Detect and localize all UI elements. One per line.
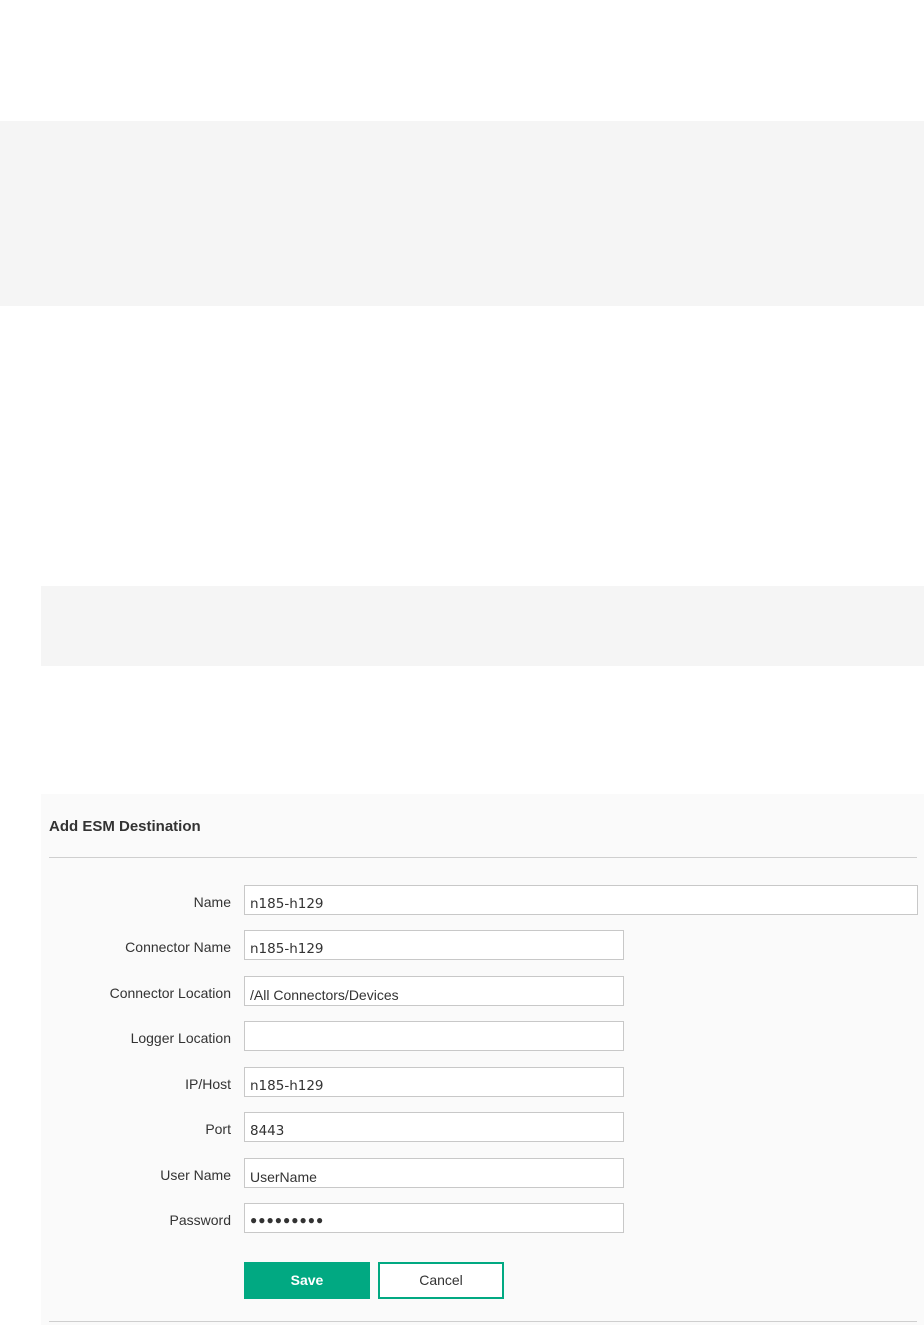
port-row: Port 8443 (41, 1112, 924, 1144)
logger-location-label: Logger Location (130, 1030, 231, 1046)
ip-host-row: IP/Host n185-h129 (41, 1067, 924, 1099)
section-banner (41, 586, 924, 666)
top-banner (0, 121, 924, 306)
logger-location-row: Logger Location (41, 1021, 924, 1053)
divider (49, 857, 917, 858)
connector-location-input[interactable]: /All Connectors/Devices (244, 976, 624, 1006)
connector-name-label: Connector Name (125, 939, 231, 955)
password-row: Password ●●●●●●●●● (41, 1203, 924, 1235)
divider (49, 1321, 917, 1322)
connector-name-row: Connector Name n185-h129 (41, 930, 924, 962)
add-esm-destination-panel: Add ESM Destination Name n185-h129 Conne… (41, 794, 924, 1325)
name-input[interactable]: n185-h129 (244, 885, 918, 915)
user-name-input[interactable]: UserName (244, 1158, 624, 1188)
password-input[interactable]: ●●●●●●●●● (244, 1203, 624, 1233)
password-label: Password (169, 1212, 231, 1228)
user-name-row: User Name UserName (41, 1158, 924, 1190)
save-button[interactable]: Save (244, 1262, 370, 1299)
connector-name-input[interactable]: n185-h129 (244, 930, 624, 960)
name-row: Name n185-h129 (41, 885, 924, 917)
ip-host-input[interactable]: n185-h129 (244, 1067, 624, 1097)
panel-title: Add ESM Destination (49, 818, 201, 835)
ip-host-label: IP/Host (185, 1076, 231, 1092)
port-label: Port (205, 1121, 231, 1137)
port-input[interactable]: 8443 (244, 1112, 624, 1142)
connector-location-row: Connector Location /All Connectors/Devic… (41, 976, 924, 1008)
connector-location-label: Connector Location (109, 985, 231, 1001)
logger-location-input[interactable] (244, 1021, 624, 1051)
cancel-button[interactable]: Cancel (378, 1262, 504, 1299)
user-name-label: User Name (160, 1167, 231, 1183)
name-label: Name (193, 894, 231, 910)
